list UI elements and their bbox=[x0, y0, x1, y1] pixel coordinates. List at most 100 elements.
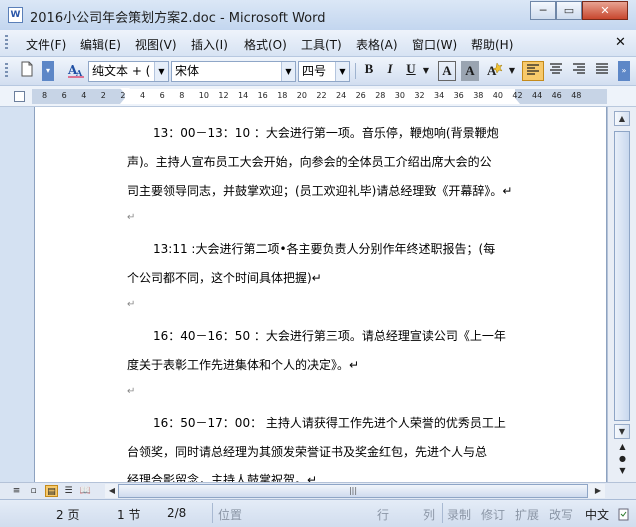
horizontal-ruler[interactable]: 8 6 4 2 2 4 6 8 10 12 14 16 18 20 22 24 26 28 30 32 34 36 38 40… bbox=[32, 88, 607, 104]
web-layout-view-icon[interactable]: ▫ bbox=[27, 485, 40, 497]
menu-tools[interactable]: 工具(T) bbox=[301, 36, 342, 53]
toolbar-separator bbox=[355, 63, 356, 79]
new-document-icon[interactable] bbox=[18, 61, 36, 81]
status-language: 中文 bbox=[585, 508, 610, 522]
font-size-combobox[interactable]: 四号 ▼ bbox=[298, 61, 350, 82]
document-page[interactable]: 13：00－13：10 ：大会进行第一项。音乐停，鞭炮响(背景鞭炮 声)。主持人… bbox=[34, 107, 607, 482]
right-indent-marker[interactable] bbox=[510, 98, 520, 104]
status-line: 行 bbox=[377, 508, 390, 522]
next-page-icon[interactable]: ▼ bbox=[618, 466, 627, 475]
ruler-tick-label: 18 bbox=[277, 91, 288, 100]
status-column: 列 bbox=[423, 508, 436, 522]
character-shading-button[interactable]: A bbox=[461, 61, 479, 81]
status-record[interactable]: 录制 bbox=[447, 506, 471, 523]
horizontal-scroll-thumb[interactable]: ||| bbox=[118, 484, 588, 498]
previous-page-icon[interactable]: ▲ bbox=[618, 442, 627, 451]
paragraph-mark: ↵ bbox=[127, 212, 136, 223]
menu-insert[interactable]: 插入(I) bbox=[191, 36, 228, 53]
doc-line-1: 13：00－13：10 ：大会进行第一项。音乐停，鞭炮响(背景鞭炮 bbox=[153, 126, 499, 140]
hanging-indent-marker[interactable] bbox=[120, 98, 130, 104]
ruler-tick-label: 6 bbox=[159, 91, 165, 100]
tab-selector-icon[interactable] bbox=[14, 91, 25, 102]
chevron-down-icon[interactable]: ▼ bbox=[281, 62, 295, 81]
status-position: 位置 bbox=[218, 508, 243, 522]
ruler-tick-label: 32 bbox=[414, 91, 425, 100]
ruler-tick-label: 20 bbox=[296, 91, 307, 100]
ruler-tick-label: 4 bbox=[81, 91, 87, 100]
menu-help[interactable]: 帮助(H) bbox=[471, 36, 513, 53]
menu-window[interactable]: 窗口(W) bbox=[412, 36, 457, 53]
ruler-tick-label: 12 bbox=[218, 91, 229, 100]
outline-view-icon[interactable]: ☰ bbox=[62, 485, 75, 497]
scroll-down-button[interactable]: ▼ bbox=[614, 424, 630, 439]
normal-view-icon[interactable]: ≡ bbox=[10, 485, 23, 497]
status-track-changes[interactable]: 修订 bbox=[481, 506, 505, 523]
toolbar-grip-icon[interactable] bbox=[5, 63, 8, 79]
status-section: 1 节 bbox=[117, 508, 141, 522]
effects-dropdown-icon[interactable]: ▼ bbox=[507, 61, 517, 81]
status-overtype[interactable]: 改写 bbox=[549, 506, 573, 523]
underline-button[interactable]: U bbox=[402, 61, 420, 81]
doc-line-9: 度关于表彰工作先进集体和个人的决定》。↵ bbox=[127, 358, 360, 372]
style-value: 纯文本 + ( bbox=[92, 64, 151, 78]
menu-table[interactable]: 表格(A) bbox=[356, 36, 398, 53]
reading-layout-view-icon[interactable]: 📖 bbox=[79, 485, 92, 497]
doc-line-8: 16：40－16：50 ：大会进行第三项。请总经理宣读公司《上一年 bbox=[153, 329, 506, 343]
menu-edit[interactable]: 编辑(E) bbox=[80, 36, 121, 53]
style-combobox[interactable]: 纯文本 + ( ▼ bbox=[88, 61, 169, 82]
spelling-status-icon[interactable] bbox=[618, 508, 630, 522]
scroll-up-button[interactable]: ▲ bbox=[614, 111, 630, 126]
minimize-button[interactable]: ─ bbox=[530, 1, 556, 20]
ruler-tick-label: 26 bbox=[355, 91, 366, 100]
underline-dropdown-icon[interactable]: ▼ bbox=[421, 61, 431, 81]
ruler-tick-label: 36 bbox=[453, 91, 464, 100]
title-bar: W 2016小公司年会策划方案2.doc - Microsoft Word ─ … bbox=[0, 0, 636, 30]
chevron-down-icon[interactable]: ▼ bbox=[335, 62, 349, 81]
paragraph-mark: ↵ bbox=[127, 386, 136, 397]
doc-line-11: 16：50－17：00： 主持人请获得工作先进个人荣誉的优秀员工上 bbox=[153, 416, 506, 430]
first-line-indent-marker[interactable] bbox=[120, 88, 130, 94]
toolbar-options-icon[interactable]: ▾ bbox=[42, 61, 54, 81]
ruler-tick-label: 30 bbox=[394, 91, 405, 100]
bold-button[interactable]: B bbox=[360, 61, 378, 81]
chevron-down-icon[interactable]: ▼ bbox=[154, 62, 168, 81]
font-combobox[interactable]: 宋体 ▼ bbox=[171, 61, 296, 82]
align-left-button[interactable] bbox=[522, 61, 544, 81]
close-document-icon[interactable]: ✕ bbox=[615, 35, 626, 50]
ruler-tick-label: 40 bbox=[492, 91, 503, 100]
word-document-icon: W bbox=[8, 7, 23, 23]
horizontal-scroll-row: ≡ ▫ ▤ ☰ 📖 ◀ ||| ▶ bbox=[0, 482, 636, 499]
doc-line-13: 经理合影留念，主持人鼓掌祝贺。↵ bbox=[127, 473, 318, 482]
ruler-tick-label: 46 bbox=[551, 91, 562, 100]
toolbar-overflow-icon[interactable]: » bbox=[618, 61, 630, 81]
menu-file[interactable]: 文件(F) bbox=[26, 36, 66, 53]
select-browse-object-icon[interactable]: ● bbox=[618, 454, 627, 463]
ruler-tick-label: 28 bbox=[375, 91, 386, 100]
scroll-left-button[interactable]: ◀ bbox=[106, 485, 118, 497]
status-page-of: 2/8 bbox=[167, 506, 187, 520]
justify-button[interactable] bbox=[592, 61, 612, 81]
scroll-right-button[interactable]: ▶ bbox=[592, 485, 604, 497]
ruler-tick-label: 4 bbox=[140, 91, 146, 100]
menu-view[interactable]: 视图(V) bbox=[135, 36, 177, 53]
status-page: 2 页 bbox=[56, 508, 80, 522]
ruler-tick-label: 10 bbox=[198, 91, 209, 100]
text-effects-icon[interactable]: A bbox=[484, 61, 506, 81]
align-center-button[interactable] bbox=[546, 61, 566, 81]
menu-bar: 文件(F) 编辑(E) 视图(V) 插入(I) 格式(O) 工具(T) 表格(A… bbox=[0, 30, 636, 57]
character-border-button[interactable]: A bbox=[438, 61, 456, 81]
menu-format[interactable]: 格式(O) bbox=[244, 36, 287, 53]
vertical-scroll-thumb[interactable] bbox=[614, 131, 630, 421]
styles-formatting-icon[interactable]: AA bbox=[66, 61, 86, 81]
ruler-tick-label: 14 bbox=[238, 91, 249, 100]
italic-button[interactable]: I bbox=[381, 61, 399, 81]
status-extend[interactable]: 扩展 bbox=[515, 506, 539, 523]
menu-grip-icon[interactable] bbox=[5, 35, 8, 51]
close-button[interactable]: ✕ bbox=[582, 1, 628, 20]
vertical-scrollbar[interactable]: ▲ ▼ ▲ ● ▼ bbox=[607, 107, 636, 482]
print-layout-view-icon[interactable]: ▤ bbox=[45, 485, 58, 497]
align-right-button[interactable] bbox=[569, 61, 589, 81]
maximize-button[interactable]: ▭ bbox=[556, 1, 582, 20]
status-separator bbox=[212, 503, 213, 523]
doc-line-12: 台领奖，同时请总经理为其颁发荣誉证书及奖金红包，先进个人与总 bbox=[127, 445, 488, 459]
